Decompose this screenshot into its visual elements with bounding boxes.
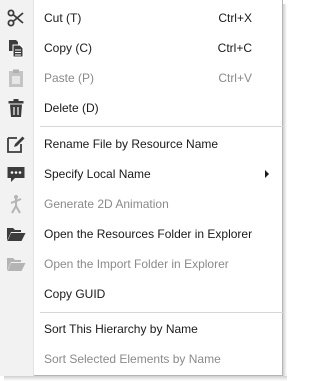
speech-bubble-icon [7, 167, 25, 182]
paste-icon [9, 69, 23, 87]
menu-item-label: Cut (T) [44, 11, 82, 25]
menu-item-sort-hierarchy[interactable]: Sort This Hierarchy by Name [0, 314, 283, 344]
context-menu: Cut (T) Ctrl+X Copy (C) Ctrl+C Paste (P)… [0, 0, 283, 376]
menu-item-label: Paste (P) [44, 71, 95, 85]
open-folder-icon [7, 258, 26, 271]
menu-item-open-import-folder[interactable]: Open the Import Folder in Explorer [0, 249, 283, 279]
menu-item-label: Specify Local Name [44, 167, 151, 181]
menu-item-label: Open the Import Folder in Explorer [44, 257, 229, 271]
scissors-icon [7, 9, 24, 27]
menu-separator [40, 126, 283, 127]
copy-icon [9, 40, 24, 58]
menu-item-label: Generate 2D Animation [44, 197, 169, 211]
menu-item-sort-selected[interactable]: Sort Selected Elements by Name [0, 344, 283, 374]
menu-item-rename-file[interactable]: Rename File by Resource Name [0, 129, 283, 159]
menu-item-paste[interactable]: Paste (P) Ctrl+V [0, 63, 283, 93]
menu-item-specify-local-name[interactable]: Specify Local Name [0, 159, 283, 189]
animation-figure-icon [10, 195, 22, 214]
menu-separator [40, 312, 283, 313]
menu-item-label: Sort Selected Elements by Name [44, 352, 221, 366]
open-folder-icon [7, 228, 26, 241]
menu-shadow [283, 4, 287, 381]
rename-icon [7, 136, 25, 153]
trash-icon [8, 99, 24, 117]
menu-item-label: Rename File by Resource Name [44, 137, 219, 151]
menu-item-copy-guid[interactable]: Copy GUID [0, 279, 283, 309]
menu-item-shortcut: Ctrl+X [218, 11, 252, 25]
submenu-arrow-icon [265, 170, 269, 178]
menu-item-label: Copy GUID [44, 287, 106, 301]
menu-item-cut[interactable]: Cut (T) Ctrl+X [0, 3, 283, 33]
menu-shadow [4, 376, 287, 381]
menu-item-delete[interactable]: Delete (D) [0, 93, 283, 123]
menu-item-generate-2d-animation[interactable]: Generate 2D Animation [0, 189, 283, 219]
menu-item-label: Sort This Hierarchy by Name [44, 322, 198, 336]
menu-item-label: Copy (C) [44, 41, 93, 55]
menu-item-shortcut: Ctrl+C [217, 41, 252, 55]
menu-item-copy[interactable]: Copy (C) Ctrl+C [0, 33, 283, 63]
menu-item-open-resources-folder[interactable]: Open the Resources Folder in Explorer [0, 219, 283, 249]
menu-item-shortcut: Ctrl+V [218, 71, 252, 85]
menu-item-label: Open the Resources Folder in Explorer [44, 227, 253, 241]
menu-item-label: Delete (D) [44, 101, 99, 115]
